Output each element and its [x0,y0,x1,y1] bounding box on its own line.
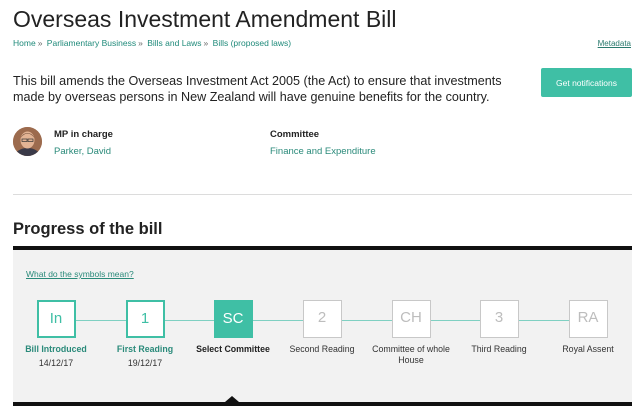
stage-code: RA [568,300,608,338]
stage-select-committee[interactable]: SC Select Committee [188,300,278,355]
committee-label: Committee [270,129,320,140]
stage-bill-introduced[interactable]: In Bill Introduced 14/12/17 [11,300,101,368]
breadcrumb-separator: » [138,38,143,48]
mp-photo-icon [13,127,42,156]
breadcrumb-separator: » [37,38,43,48]
stage-committee-of-whole-house[interactable]: CH Committee of whole House [366,300,456,366]
breadcrumb-home[interactable]: Home [13,38,36,48]
stage-name: Bill Introduced [25,344,87,354]
progress-heading: Progress of the bill [13,220,163,238]
stage-name: Second Reading [289,344,355,354]
progress-tracker: What do the symbols mean? In Bill Introd… [13,246,632,406]
avatar [13,127,42,156]
breadcrumb-bills-proposed-laws[interactable]: Bills (proposed laws) [213,38,291,48]
stage-name: Select Committee [196,344,270,354]
divider [13,194,632,195]
breadcrumb-separator: » [203,38,209,48]
mp-in-charge: MP in charge Parker, David [54,129,113,157]
stage-code: CH [391,300,431,338]
committee: Committee Finance and Expenditure [270,129,376,157]
stage-date: 19/12/17 [127,358,163,368]
breadcrumb: Home» Parliamentary Business» Bills and … [13,38,291,48]
mp-name-link[interactable]: Parker, David [54,146,113,157]
stage-name: Royal Assent [562,344,614,354]
stage-name: Committee of whole House [372,344,450,365]
bill-summary: This bill amends the Overseas Investment… [13,74,502,104]
symbols-help-link[interactable]: What do the symbols mean? [26,269,134,279]
page-title: Overseas Investment Amendment Bill [13,6,397,32]
stage-code: In [36,300,76,338]
current-stage-pointer-icon [225,396,239,402]
stage-date: 14/12/17 [38,358,74,368]
get-notifications-button[interactable]: Get notifications [541,68,632,97]
stage-code: 1 [125,300,165,338]
stage-code: 2 [302,300,342,338]
committee-name-link[interactable]: Finance and Expenditure [270,146,376,157]
stage-name: First Reading [116,344,174,354]
metadata-link[interactable]: Metadata [598,39,631,48]
stage-name: Third Reading [471,344,527,354]
stage-royal-assent[interactable]: RA Royal Assent [543,300,633,355]
breadcrumb-bills-and-laws[interactable]: Bills and Laws [147,38,201,48]
stage-third-reading[interactable]: 3 Third Reading [454,300,544,355]
stage-second-reading[interactable]: 2 Second Reading [277,300,367,355]
stage-code: SC [213,300,253,338]
stage-code: 3 [479,300,519,338]
breadcrumb-parliamentary-business[interactable]: Parliamentary Business [47,38,136,48]
stage-first-reading[interactable]: 1 First Reading 19/12/17 [100,300,190,368]
mp-label: MP in charge [54,129,113,140]
